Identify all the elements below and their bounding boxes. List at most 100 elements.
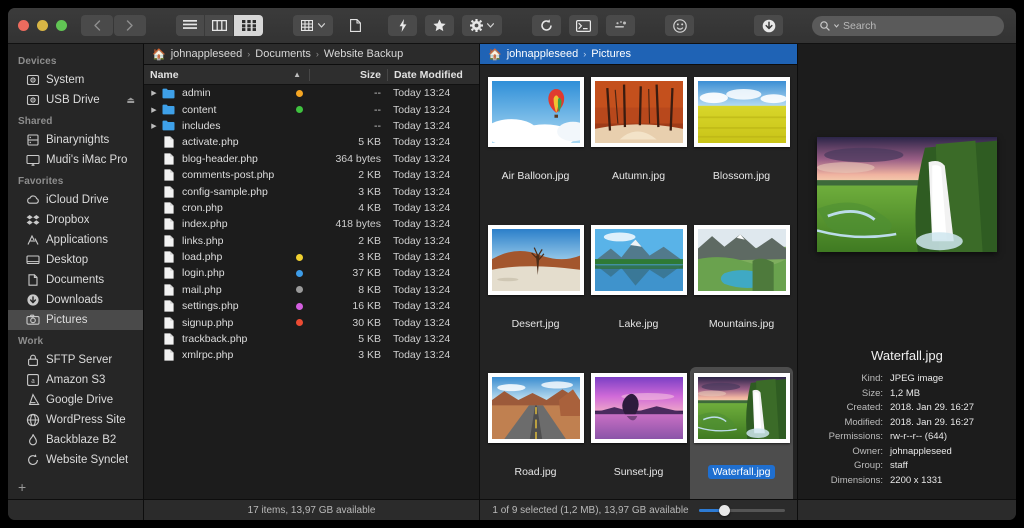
table-row[interactable]: ▶ admin -- Today 13:24 xyxy=(144,85,479,101)
quick-action-button[interactable] xyxy=(388,15,417,36)
table-row[interactable]: ▶ load.php 3 KB Today 13:24 xyxy=(144,249,479,265)
grid-item[interactable]: Waterfall.jpg xyxy=(690,367,793,499)
column-view-button[interactable] xyxy=(205,15,234,36)
table-row[interactable]: ▶ signup.php 30 KB Today 13:24 xyxy=(144,314,479,330)
icon-view-button[interactable] xyxy=(234,15,263,36)
table-row[interactable]: ▶ config-sample.php 3 KB Today 13:24 xyxy=(144,183,479,199)
sidebar-item-amazon-s3[interactable]: a Amazon S3 xyxy=(8,370,143,390)
breadcrumb-item[interactable]: Documents xyxy=(255,48,311,60)
table-row[interactable]: ▶ settings.php 16 KB Today 13:24 xyxy=(144,298,479,314)
disclosure-triangle-icon[interactable]: ▶ xyxy=(150,89,158,97)
sidebar-item-backblaze-b2[interactable]: Backblaze B2 xyxy=(8,430,143,450)
preview-box xyxy=(798,44,1016,344)
file-date-cell: Today 13:24 xyxy=(393,119,451,132)
table-row[interactable]: ▶ content -- Today 13:24 xyxy=(144,101,479,117)
action-menu-button[interactable] xyxy=(462,15,502,36)
sidebar-item-system[interactable]: System xyxy=(8,70,143,90)
list-view-button[interactable] xyxy=(176,15,205,36)
table-row[interactable]: ▶ comments-post.php 2 KB Today 13:24 xyxy=(144,167,479,183)
grid-item[interactable]: Sunset.jpg xyxy=(587,367,690,499)
sidebar-item-icloud-drive[interactable]: iCloud Drive xyxy=(8,190,143,210)
sidebar-item-binarynights[interactable]: Binarynights xyxy=(8,130,143,150)
sidebar-group-title: Shared xyxy=(18,116,53,127)
forward-button[interactable] xyxy=(114,15,146,36)
sidebar-item-documents[interactable]: Documents xyxy=(8,270,143,290)
grid-item[interactable]: Mountains.jpg xyxy=(690,219,793,367)
metadata-key: Dimensions: xyxy=(830,474,883,486)
sidebar-item-wordpress-site[interactable]: WordPress Site xyxy=(8,410,143,430)
table-row[interactable]: ▶ links.php 2 KB Today 13:24 xyxy=(144,233,479,249)
sidebar-scroll-area[interactable]: Devices System USB Drive ⏏ Shared Binarynight… xyxy=(8,50,143,475)
table-row[interactable]: ▶ trackback.php 5 KB Today 13:24 xyxy=(144,331,479,347)
column-header-size[interactable]: Size xyxy=(309,68,387,81)
file-name-label: signup.php xyxy=(182,316,234,329)
arrange-button[interactable] xyxy=(293,15,333,36)
zoom-window-button[interactable] xyxy=(56,20,67,31)
column-header-name[interactable]: Name ▲ xyxy=(144,69,309,81)
grid-item[interactable]: Air Balloon.jpg xyxy=(484,71,587,219)
grid-item[interactable]: Desert.jpg xyxy=(484,219,587,367)
file-date-cell: Today 13:24 xyxy=(393,300,451,313)
file-name-cell: ▶ xmlrpc.php xyxy=(144,349,309,361)
connect-icon xyxy=(615,21,626,28)
grid-item[interactable]: Autumn.jpg xyxy=(587,71,690,219)
grid-pane-breadcrumb[interactable]: 🏠 johnappleseed › Pictures xyxy=(480,44,797,65)
back-button[interactable] xyxy=(81,15,113,36)
sidebar-item-website-synclet[interactable]: Website Synclet xyxy=(8,450,143,470)
grid-item[interactable]: Lake.jpg xyxy=(587,219,690,367)
favorite-button[interactable] xyxy=(425,15,454,36)
file-name-cell: ▶ config-sample.php xyxy=(144,186,309,198)
table-row[interactable]: ▶ includes -- Today 13:24 xyxy=(144,118,479,134)
column-header-date[interactable]: Date Modified xyxy=(387,68,479,81)
sidebar-item-dropbox[interactable]: Dropbox xyxy=(8,210,143,230)
icon-size-slider[interactable] xyxy=(698,504,785,516)
emoji-button[interactable] xyxy=(665,15,694,36)
eject-icon[interactable]: ⏏ xyxy=(126,95,135,106)
minimize-window-button[interactable] xyxy=(37,20,48,31)
sidebar-item-usb-drive[interactable]: USB Drive ⏏ xyxy=(8,90,143,110)
file-date-cell: Today 13:24 xyxy=(393,169,451,182)
sidebar-item-label: Applications xyxy=(46,234,109,246)
table-row[interactable]: ▶ activate.php 5 KB Today 13:24 xyxy=(144,134,479,150)
breadcrumb-item[interactable]: Pictures xyxy=(591,48,631,60)
file-name-cell: ▶ settings.php xyxy=(144,300,309,312)
sidebar-item-mudi-s-imac-pro[interactable]: Mudi's iMac Pro xyxy=(8,150,143,170)
download-button[interactable] xyxy=(754,15,783,36)
file-size-cell: 4 KB xyxy=(358,201,381,214)
sidebar-item-sftp-server[interactable]: SFTP Server xyxy=(8,350,143,370)
sync-button[interactable] xyxy=(532,15,561,36)
sidebar-item-applications[interactable]: Applications xyxy=(8,230,143,250)
grid-item[interactable]: Blossom.jpg xyxy=(690,71,793,219)
grid-item-label: Autumn.jpg xyxy=(611,170,666,182)
sidebar-item-label: WordPress Site xyxy=(46,414,126,426)
breadcrumb-item[interactable]: Website Backup xyxy=(324,48,403,60)
new-document-button[interactable] xyxy=(341,15,370,36)
file-list-column-headers: Name ▲ Size Date Modified xyxy=(144,65,479,85)
table-row[interactable]: ▶ mail.php 8 KB Today 13:24 xyxy=(144,282,479,298)
sidebar-item-pictures[interactable]: Pictures xyxy=(8,310,143,330)
terminal-button[interactable] xyxy=(569,15,598,36)
sidebar-item-desktop[interactable]: Desktop xyxy=(8,250,143,270)
sidebar-item-downloads[interactable]: Downloads xyxy=(8,290,143,310)
table-row[interactable]: ▶ login.php 37 KB Today 13:24 xyxy=(144,265,479,281)
add-favorite-button[interactable]: + xyxy=(8,475,143,499)
metadata-row: Owner: johnappleseed xyxy=(798,446,1016,457)
slider-knob[interactable] xyxy=(718,504,730,516)
breadcrumb-item[interactable]: johnappleseed xyxy=(171,48,243,60)
sidebar: Devices System USB Drive ⏏ Shared Binarynight… xyxy=(8,44,144,499)
close-window-button[interactable] xyxy=(18,20,29,31)
disclosure-triangle-icon[interactable]: ▶ xyxy=(150,122,158,130)
sidebar-item-google-drive[interactable]: Google Drive xyxy=(8,390,143,410)
table-row[interactable]: ▶ blog-header.php 364 bytes Today 13:24 xyxy=(144,151,479,167)
disclosure-triangle-icon[interactable]: ▶ xyxy=(150,106,158,114)
search-field[interactable]: Search xyxy=(812,16,1004,36)
toolbar: Search xyxy=(8,8,1016,44)
connect-button[interactable] xyxy=(606,15,635,36)
table-row[interactable]: ▶ index.php 418 bytes Today 13:24 xyxy=(144,216,479,232)
breadcrumb-item[interactable]: johnappleseed xyxy=(507,48,579,60)
table-row[interactable]: ▶ xmlrpc.php 3 KB Today 13:24 xyxy=(144,347,479,363)
file-icon xyxy=(162,235,175,247)
grid-item[interactable]: Road.jpg xyxy=(484,367,587,499)
file-pane-breadcrumb[interactable]: 🏠 johnappleseed › Documents › Website Backup xyxy=(144,44,479,65)
table-row[interactable]: ▶ cron.php 4 KB Today 13:24 xyxy=(144,200,479,216)
